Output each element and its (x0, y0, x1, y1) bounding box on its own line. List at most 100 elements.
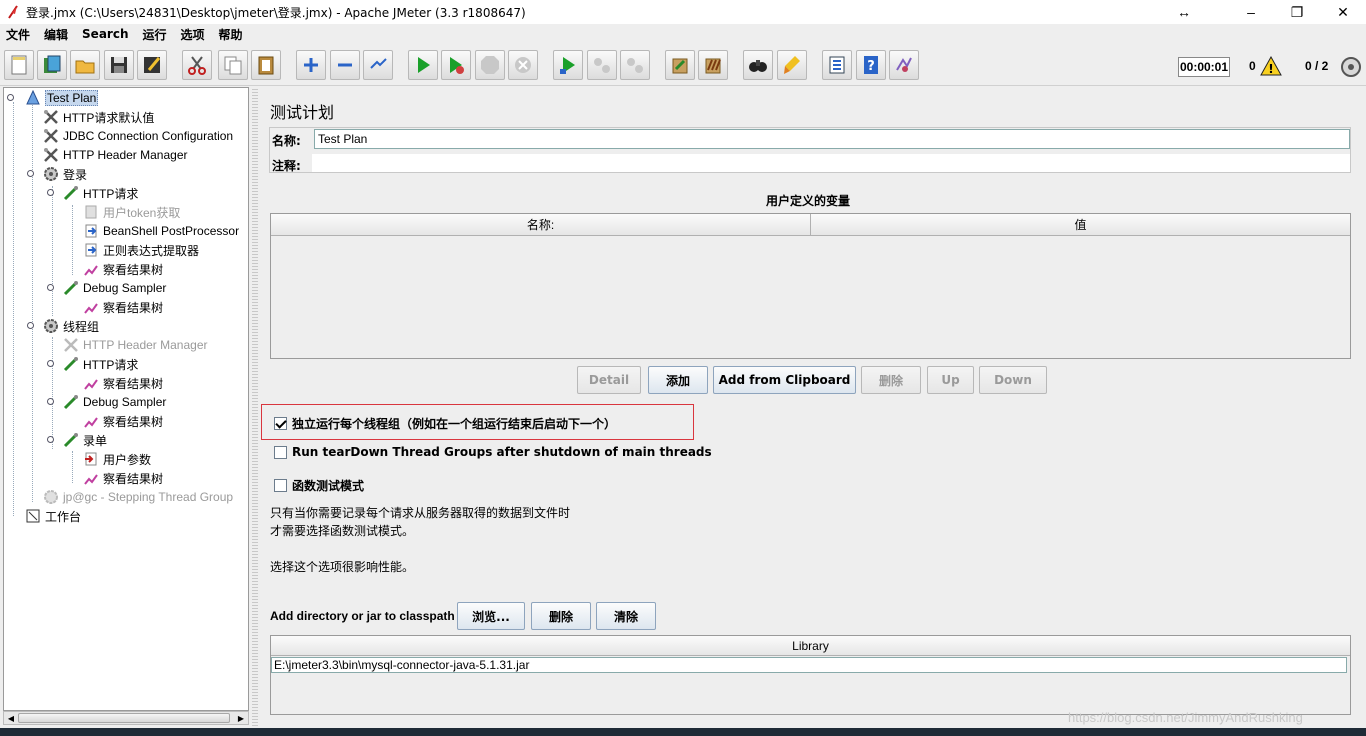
tree-node-results-tree[interactable]: 察看结果树 (82, 469, 163, 487)
remote-stop-all-button[interactable] (587, 50, 617, 80)
down-button[interactable]: Down (979, 366, 1047, 394)
start-no-pauses-button[interactable] (441, 50, 471, 80)
browse-button[interactable]: 浏览... (457, 602, 525, 630)
name-field[interactable]: Test Plan (314, 129, 1350, 149)
expand-handle[interactable] (7, 94, 14, 101)
expand-handle[interactable] (47, 398, 54, 405)
tree-node-header-manager-disabled[interactable]: HTTP Header Manager (62, 336, 208, 354)
scroll-right-icon[interactable]: ▶ (235, 713, 247, 723)
tree-node-regex-extractor[interactable]: 正则表达式提取器 (82, 241, 199, 259)
open-button[interactable] (70, 50, 100, 80)
expand-handle[interactable] (47, 189, 54, 196)
checkbox-checked-icon[interactable] (274, 417, 287, 430)
add-from-clipboard-button[interactable]: Add from Clipboard (713, 366, 856, 394)
new-button[interactable] (4, 50, 34, 80)
window-title: 登录.jmx (C:\Users\24831\Desktop\jmeter\登录… (26, 5, 526, 20)
scrollbar-thumb[interactable] (18, 713, 230, 723)
close-button[interactable]: ✕ (1320, 0, 1366, 24)
menu-options[interactable]: 选项 (181, 26, 205, 43)
function-helper-button[interactable] (822, 50, 852, 80)
column-header-library[interactable]: Library (271, 636, 1350, 656)
tree-horizontal-scrollbar[interactable]: ◀ ▶ (3, 711, 249, 725)
expand-handle[interactable] (47, 360, 54, 367)
clear-button[interactable] (665, 50, 695, 80)
tree-node-results-tree[interactable]: 察看结果树 (82, 260, 163, 278)
expand-all-button[interactable] (296, 50, 326, 80)
stop-button[interactable] (475, 50, 505, 80)
classpath-clear-button[interactable]: 清除 (596, 602, 656, 630)
remote-start-all-button[interactable] (553, 50, 583, 80)
toggle-button[interactable] (363, 50, 393, 80)
clear-icon (672, 58, 688, 74)
log-viewer-icon (896, 57, 912, 72)
search-button[interactable] (743, 50, 773, 80)
tree-node-debug-sampler[interactable]: Debug Sampler (62, 279, 166, 297)
tree-node-stepping-thread-group[interactable]: jp@gc - Stepping Thread Group (42, 488, 233, 506)
remote-exit-all-button[interactable] (620, 50, 650, 80)
teardown-checkbox[interactable]: Run tearDown Thread Groups after shutdow… (274, 445, 712, 459)
menu-file[interactable]: 文件 (6, 26, 30, 43)
paste-button[interactable] (251, 50, 281, 80)
thread-group-icon (42, 166, 60, 182)
expand-handle[interactable] (47, 284, 54, 291)
help-button[interactable]: ? (856, 50, 886, 80)
tree-node-user-parameters[interactable]: 用户参数 (82, 450, 151, 468)
save-button[interactable] (104, 50, 134, 80)
restore-button[interactable]: ❐ (1274, 0, 1320, 24)
expand-handle[interactable] (27, 170, 34, 177)
tree-node-jdbc-config[interactable]: JDBC Connection Configuration (42, 127, 233, 145)
menu-help[interactable]: 帮助 (219, 26, 243, 43)
clear-all-button[interactable] (698, 50, 728, 80)
tree-node-beanshell[interactable]: BeanShell PostProcessor (82, 222, 239, 240)
column-header-name[interactable]: 名称: (271, 214, 811, 236)
collapse-all-button[interactable] (330, 50, 360, 80)
variables-table[interactable]: 名称: 值 (270, 213, 1351, 359)
detail-button[interactable]: Detail (577, 366, 641, 394)
copy-button[interactable] (218, 50, 248, 80)
warning-icon[interactable]: ! (1260, 56, 1282, 76)
expand-handle[interactable] (47, 436, 54, 443)
tree-node-workbench[interactable]: 工作台 (24, 507, 81, 525)
menu-run[interactable]: 运行 (142, 26, 166, 43)
expand-handle[interactable] (27, 322, 34, 329)
library-table[interactable]: Library E:\jmeter3.3\bin\mysql-connector… (270, 635, 1351, 715)
tree-node-thread-group[interactable]: 线程组 (42, 317, 99, 335)
save-as-button[interactable] (137, 50, 167, 80)
tree-node-http-request[interactable]: HTTP请求 (62, 184, 138, 202)
tree-node-http-request[interactable]: HTTP请求 (62, 355, 138, 373)
tree-node-debug-sampler[interactable]: Debug Sampler (62, 393, 166, 411)
checkbox-icon[interactable] (274, 445, 287, 459)
tree-node-order[interactable]: 录单 (62, 431, 107, 449)
classpath-delete-button[interactable]: 删除 (531, 602, 591, 630)
tree-node-test-plan[interactable]: Test Plan (24, 89, 99, 107)
functional-mode-checkbox[interactable]: 函数测试模式 (274, 477, 364, 494)
menu-edit[interactable]: 编辑 (44, 26, 68, 43)
comment-field[interactable] (312, 154, 1350, 172)
tree-node-results-tree[interactable]: 察看结果树 (82, 412, 163, 430)
add-button[interactable]: 添加 (648, 366, 708, 394)
column-header-value[interactable]: 值 (811, 214, 1350, 236)
table-row[interactable]: E:\jmeter3.3\bin\mysql-connector-java-5.… (271, 657, 1347, 673)
checkbox-icon[interactable] (274, 479, 287, 492)
tree-node-login-group[interactable]: 登录 (42, 165, 87, 183)
reset-search-button[interactable] (777, 50, 807, 80)
templates-button[interactable] (37, 50, 67, 80)
open-icon (75, 60, 95, 74)
independent-thread-groups-checkbox[interactable]: 独立运行每个线程组（例如在一个组运行结束后启动下一个） (274, 415, 616, 432)
tree-node-header-manager[interactable]: HTTP Header Manager (42, 146, 188, 164)
shutdown-button[interactable] (508, 50, 538, 80)
cut-button[interactable] (182, 50, 212, 80)
delete-button[interactable]: 删除 (861, 366, 921, 394)
thread-group-icon (42, 318, 60, 334)
up-button[interactable]: Up (927, 366, 974, 394)
start-button[interactable] (408, 50, 438, 80)
tree-node-results-tree[interactable]: 察看结果树 (82, 298, 163, 316)
tree-node-token-extractor[interactable]: 用户token获取 (82, 203, 180, 221)
minimize-button[interactable]: – (1228, 0, 1274, 24)
log-viewer-button[interactable] (889, 50, 919, 80)
menu-search[interactable]: Search (82, 27, 128, 41)
tree-node-http-defaults[interactable]: HTTP请求默认值 (42, 108, 154, 126)
tree-node-results-tree[interactable]: 察看结果树 (82, 374, 163, 392)
test-plan-tree[interactable]: Test Plan HTTP请求默认值 JDBC Connection Conf… (3, 87, 249, 711)
scroll-left-icon[interactable]: ◀ (5, 713, 17, 723)
